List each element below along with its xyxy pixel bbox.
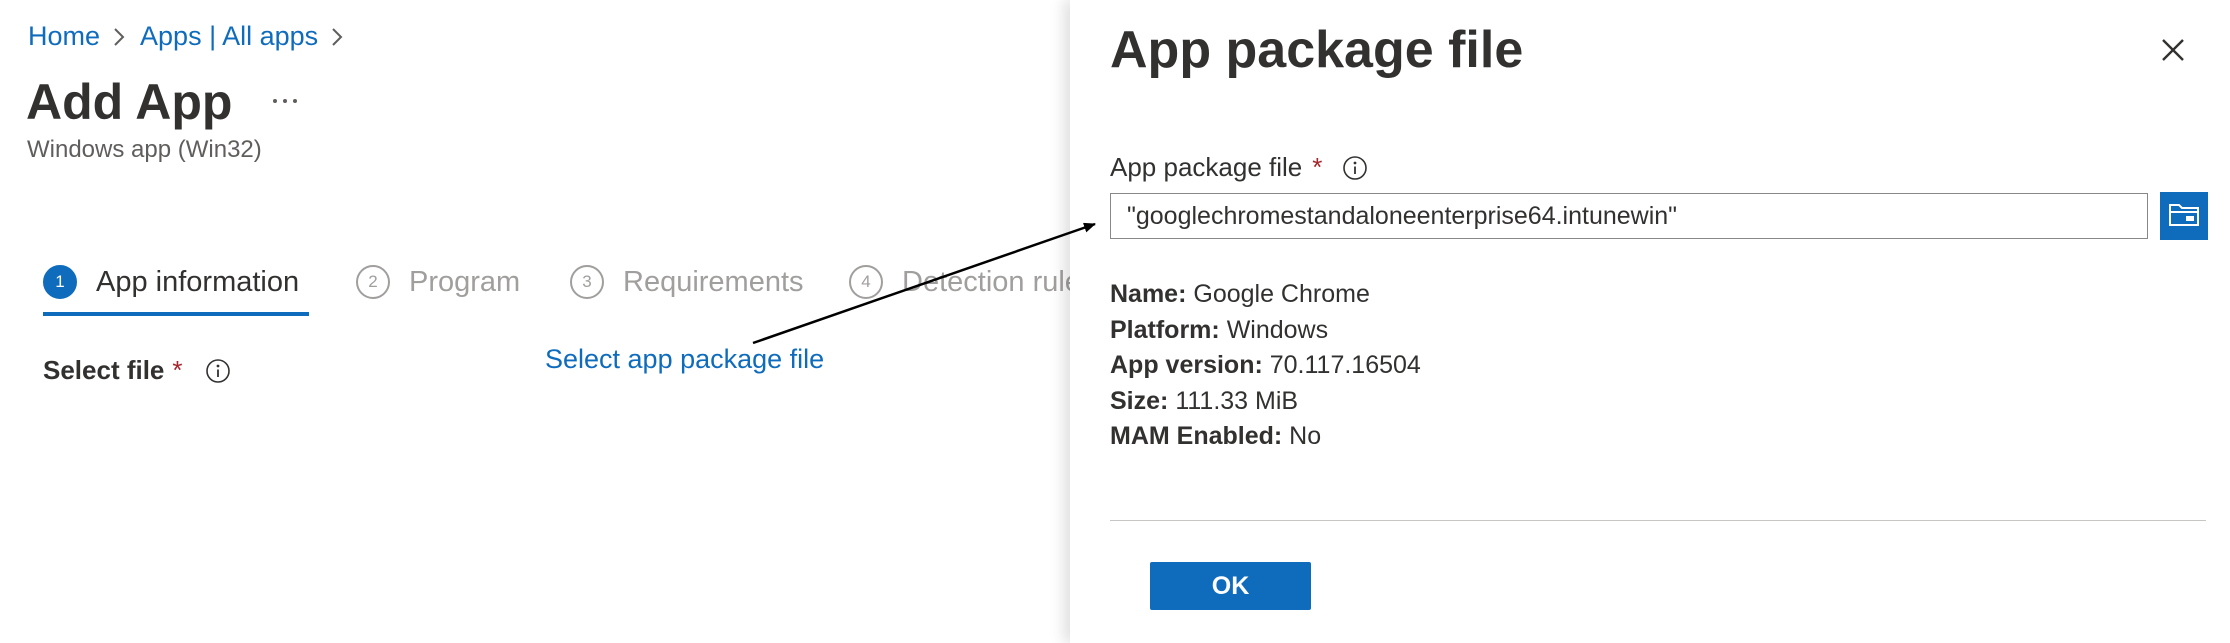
chevron-right-icon [318, 18, 358, 54]
close-icon[interactable] [2155, 32, 2191, 68]
page-subtitle: Windows app (Win32) [27, 136, 262, 163]
active-step-indicator [43, 312, 309, 316]
detail-value: 70.117.16504 [1269, 351, 1421, 379]
browse-button[interactable] [2160, 192, 2208, 240]
add-app-page: Home Apps | All apps Add App Windows app… [0, 0, 1081, 643]
detail-row-mam-enabled: MAM Enabled: No [1110, 419, 1421, 455]
step-number: 3 [570, 265, 604, 299]
breadcrumb-apps-link[interactable]: Apps | All apps [140, 18, 318, 54]
required-marker: * [1312, 152, 1323, 182]
detail-value: No [1289, 422, 1322, 450]
breadcrumb: Home Apps | All apps [28, 18, 358, 54]
info-icon[interactable] [1342, 155, 1368, 181]
panel-divider [1110, 520, 2206, 521]
step-label: Program [409, 265, 521, 298]
detail-key: Name: [1110, 280, 1187, 308]
folder-icon [2168, 201, 2200, 232]
detail-value: Google Chrome [1193, 280, 1370, 308]
field-label-text: App package file [1110, 152, 1303, 182]
detail-row-app-version: App version: 70.117.16504 [1110, 348, 1421, 384]
info-icon[interactable] [205, 358, 231, 384]
detail-row-name: Name: Google Chrome [1110, 277, 1421, 313]
page-title: Add App [26, 74, 233, 130]
app-package-file-label: App package file * [1110, 152, 1368, 183]
step-number: 4 [849, 265, 883, 299]
select-file-text: Select file [43, 355, 165, 385]
detail-row-size: Size: 111.33 MiB [1110, 384, 1421, 420]
detail-value: Windows [1226, 315, 1329, 344]
step-label: Requirements [623, 265, 804, 298]
detail-key: Platform: [1110, 315, 1220, 344]
select-app-package-link[interactable]: Select app package file [545, 344, 824, 375]
step-app-information[interactable]: 1 App information [43, 262, 299, 302]
detail-value: 111.33 MiB [1175, 386, 1299, 415]
ok-button[interactable]: OK [1150, 562, 1311, 610]
required-marker: * [172, 355, 183, 385]
app-package-file-input[interactable] [1110, 193, 2148, 239]
detail-row-platform: Platform: Windows [1110, 313, 1421, 349]
step-label: App information [96, 265, 300, 298]
select-file-label: Select file * [43, 355, 231, 386]
step-number: 1 [43, 265, 77, 299]
step-program[interactable]: 2 Program [356, 262, 520, 302]
detail-key: App version: [1110, 351, 1263, 379]
detail-key: Size: [1110, 386, 1169, 415]
step-label: Detection rule [902, 265, 1081, 298]
detail-key: MAM Enabled: [1110, 422, 1283, 450]
step-number: 2 [356, 265, 390, 299]
app-package-file-panel: App package file App package file * "goo… [1070, 0, 2230, 643]
panel-title: App package file [1110, 21, 1524, 79]
step-detection-rule[interactable]: 4 Detection rule [849, 262, 1081, 302]
breadcrumb-home-link[interactable]: Home [28, 18, 100, 54]
chevron-right-icon [100, 18, 140, 54]
step-requirements[interactable]: 3 Requirements [570, 262, 804, 302]
more-icon[interactable] [270, 86, 300, 116]
package-details: Name: Google Chrome Platform: Windows Ap… [1110, 277, 1421, 455]
